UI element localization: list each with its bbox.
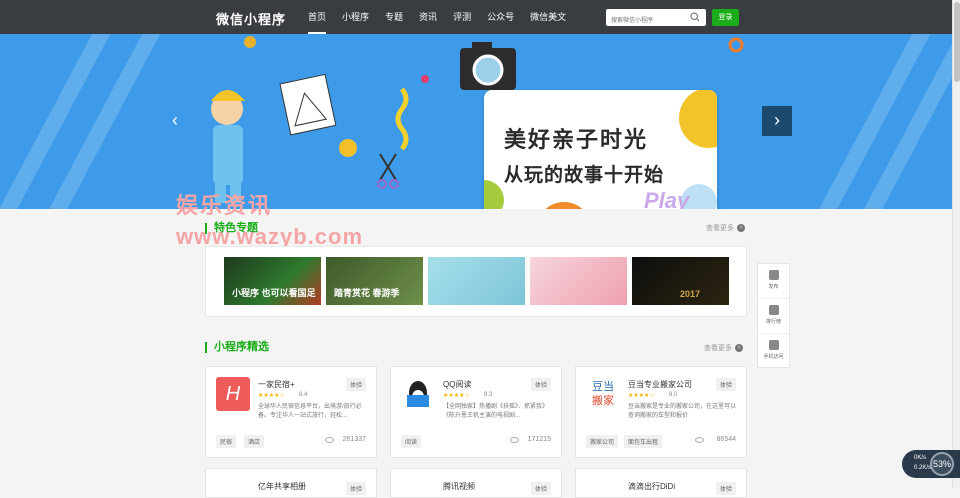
watermark-text: 娱乐资讯 (176, 193, 273, 218)
app-tag[interactable]: 体验 (345, 378, 366, 391)
banner-subtitle: 从玩的故事十开始 (504, 165, 665, 186)
app-description: 豆当搬家是专业的搬家公司，在这里可以查询搬家的车型和报价 (628, 404, 737, 419)
app-card-row2[interactable]: 腾讯视频 体验 (390, 468, 562, 498)
topic-card-football[interactable]: 小程序 也可以看国足 (224, 257, 321, 305)
app-name[interactable]: 腾讯视频 (443, 481, 475, 492)
nav-review[interactable]: 评测 (445, 0, 479, 34)
topic-label: 踏青赏花 春游季 (334, 288, 400, 298)
featured-topics-panel: 小程序 也可以看国足 踏青赏花 春游季 2017 (205, 246, 747, 317)
rating-stars-icon: ★★★★☆ (258, 393, 285, 399)
banner-card: 美好亲子时光 从玩的故事十开始 Play (484, 90, 717, 209)
banner-play-text: Play (644, 188, 690, 209)
app-card-qqread[interactable]: QQ阅读 体验 ★★★★☆ 8.3 【全网独家】热播剧《扶摇》、抓紧我》《陈升恩… (390, 366, 562, 458)
app-name[interactable]: QQ阅读 (443, 379, 471, 390)
app-card-row2[interactable]: 滴滴出行DiDi 体验 (575, 468, 747, 498)
nav-news[interactable]: 资讯 (411, 0, 445, 34)
app-category[interactable]: 面包车出租 (624, 435, 663, 448)
app-tag[interactable]: 体验 (715, 378, 736, 391)
apps-section-title: 小程序精选 (205, 342, 269, 353)
app-tag[interactable]: 体验 (345, 482, 366, 495)
app-views: 86544 (716, 436, 736, 443)
banner-prev-arrow[interactable]: ‹ (172, 110, 178, 131)
search-input[interactable] (606, 12, 686, 30)
main-nav: 首页 小程序 专题 资讯 评测 公众号 微信美文 (300, 0, 574, 34)
rating-stars-icon: ★★★★☆ (443, 393, 470, 399)
nav-home[interactable]: 首页 (300, 0, 334, 34)
sidebar-label: 发布 (768, 284, 779, 290)
app-category[interactable]: 酒店 (244, 435, 265, 448)
more-label[interactable]: 查看更多 (704, 343, 732, 353)
eye-icon (325, 437, 334, 443)
chevron-right-icon[interactable]: › (737, 224, 745, 232)
topic-label: 小程序 也可以看国足 (232, 288, 316, 298)
login-button[interactable]: 登录 (712, 9, 739, 26)
chevron-right-icon[interactable]: › (735, 344, 743, 352)
app-name[interactable]: 豆当专业搬家公司 (628, 379, 692, 390)
more-label[interactable]: 查看更多 (706, 223, 734, 233)
floating-sidebar: 发布 排行榜 手机访问 (757, 263, 790, 368)
app-logo-icon: 豆当 搬家 (592, 381, 614, 407)
topic-label: 2017 (680, 289, 701, 299)
upload-speed: 0K/s (914, 455, 927, 461)
app-tag[interactable]: 体验 (530, 482, 551, 495)
nav-topics[interactable]: 专题 (377, 0, 411, 34)
hero-banner[interactable]: 美好亲子时光 从玩的故事十开始 Play ‹ › (0, 34, 952, 209)
app-name[interactable]: 一家民宿+ (258, 379, 295, 390)
eye-icon (695, 437, 704, 443)
scrollbar-thumb[interactable] (954, 2, 960, 82)
app-tag[interactable]: 体验 (715, 482, 736, 495)
topic-card-spring[interactable]: 踏青赏花 春游季 (326, 257, 423, 305)
edit-icon (768, 270, 779, 280)
apps-more-link[interactable]: 查看更多 › (704, 343, 743, 353)
search-icon[interactable] (690, 12, 700, 22)
search-box (606, 9, 706, 30)
network-speed-widget[interactable]: 0K/s 0.2K/s 53% (902, 450, 960, 478)
app-logo-icon: H (216, 377, 250, 411)
app-description: 【全网独家】热播剧《扶摇》、抓紧我》《陈升恩王机主演的电视剧... (443, 404, 549, 419)
eye-icon (510, 437, 519, 443)
app-category[interactable]: 民宿 (216, 435, 237, 448)
memory-percent: 53% (930, 452, 954, 476)
app-views: 171215 (527, 436, 551, 443)
app-score: 8.3 (484, 392, 493, 398)
app-name[interactable]: 滴滴出行DiDi (628, 481, 675, 492)
sidebar-label: 排行榜 (765, 319, 781, 325)
sidebar-publish[interactable]: 发布 (758, 264, 789, 299)
app-category[interactable]: 阅读 (401, 435, 422, 448)
app-description: 全球华人民宿信息平台，出境游/旅行必备。专注华人一站式旅行，轻松... (258, 404, 362, 419)
app-tag[interactable]: 体验 (530, 378, 551, 391)
app-views: 261337 (342, 436, 366, 443)
topic-card-oscar[interactable]: 2017 (632, 257, 729, 305)
app-card-yijia[interactable]: H 一家民宿+ 体验 ★★★★☆ 8.4 全球华人民宿信息平台，出境游/旅行必备… (205, 366, 377, 458)
app-card-doudang[interactable]: 豆当 搬家 豆当专业搬家公司 体验 ★★★★☆ 8.0 豆当搬家是专业的搬家公司，… (575, 366, 747, 458)
users-icon (768, 305, 779, 315)
qq-penguin-icon (407, 381, 429, 407)
banner-illustration (211, 36, 744, 203)
featured-more-link[interactable]: 查看更多 › (706, 223, 745, 233)
app-score: 8.4 (299, 392, 308, 398)
nav-articles[interactable]: 微信美文 (522, 0, 574, 34)
top-navbar: 微信小程序 首页 小程序 专题 资讯 评测 公众号 微信美文 登录 (0, 0, 952, 34)
topic-card-photos[interactable] (428, 257, 525, 305)
featured-topics-title: 特色专题 (205, 223, 258, 234)
app-name[interactable]: 亿年共享相册 (258, 481, 306, 492)
app-card-row2[interactable]: 亿年共享相册 体验 (205, 468, 377, 498)
banner-next-arrow[interactable]: › (762, 106, 792, 136)
phone-icon (768, 340, 779, 350)
sidebar-label: 手机访问 (763, 354, 784, 360)
banner-title: 美好亲子时光 (504, 127, 649, 152)
nav-miniprogram[interactable]: 小程序 (334, 0, 377, 34)
sidebar-ranking[interactable]: 排行榜 (758, 299, 789, 334)
rating-stars-icon: ★★★★☆ (628, 393, 655, 399)
topic-card-pink[interactable] (530, 257, 627, 305)
app-score: 8.0 (669, 392, 678, 398)
nav-official-accounts[interactable]: 公众号 (479, 0, 522, 34)
sidebar-mobile[interactable]: 手机访问 (758, 334, 789, 369)
page-scrollbar[interactable] (952, 0, 960, 488)
site-logo[interactable]: 微信小程序 (216, 9, 286, 28)
download-speed: 0.2K/s (914, 465, 932, 471)
app-category[interactable]: 搬家公司 (586, 435, 619, 448)
app-logo-icon (401, 377, 435, 411)
